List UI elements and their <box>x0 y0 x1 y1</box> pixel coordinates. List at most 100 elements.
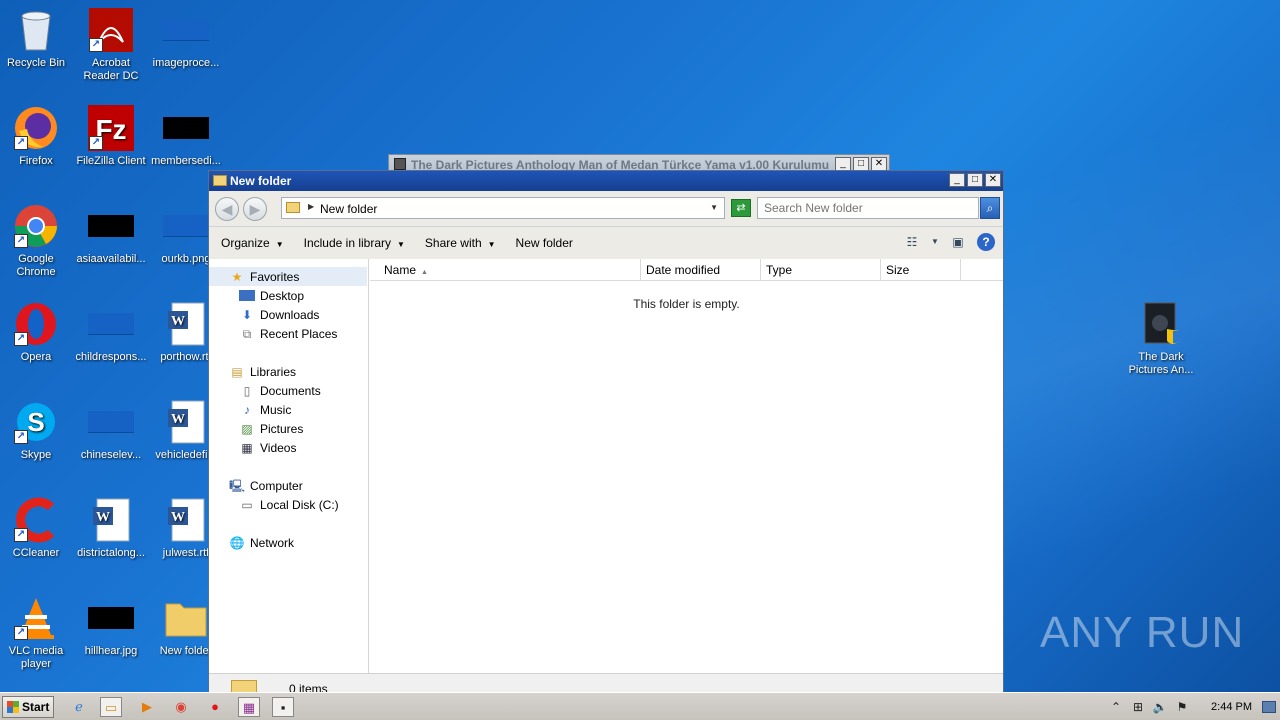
desktop-icon-ccleaner[interactable]: ↗ CCleaner <box>0 496 74 560</box>
view-options-icon[interactable]: ☷ <box>903 233 921 251</box>
column-type[interactable]: Type <box>761 259 881 281</box>
desktop-icon-membersedi[interactable]: membersedi... <box>148 104 224 168</box>
taskbar-installer-icon[interactable]: ▪ <box>272 697 294 717</box>
explorer-window[interactable]: New folder _ □ ✕ ◀ ▶ ▶ New folder ▼ ⇄ ⌕ … <box>208 170 1004 696</box>
file-list-pane[interactable]: Name ▲ Date modified Type Size This folde… <box>370 259 1003 673</box>
desktop-icon-label: Opera <box>20 351 52 363</box>
vlc-icon: ↗ <box>12 594 60 642</box>
nav-music[interactable]: ♪ Music <box>239 400 291 419</box>
new-folder-button[interactable]: New folder <box>510 233 579 253</box>
search-input[interactable] <box>758 198 958 218</box>
organize-menu[interactable]: Organize ▼ <box>215 233 290 253</box>
breadcrumb-arrow-icon[interactable]: ▶ <box>308 202 314 211</box>
desktop-icon-label: CCleaner <box>12 547 60 559</box>
minimize-button[interactable]: _ <box>835 157 851 171</box>
column-name[interactable]: Name ▲ <box>370 259 641 281</box>
desktop-icon-districtalong[interactable]: W districtalong... <box>73 496 149 560</box>
skype-icon: S ↗ <box>12 398 60 446</box>
desktop-icon-opera[interactable]: ↗ Opera <box>0 300 74 364</box>
explorer-body: ★ Favorites Desktop ⬇ Downloads ⧉ Recent… <box>209 259 1003 673</box>
system-tray: ⌃ ⊞ 🔈 ⚑ 2:44 PM <box>1105 693 1280 720</box>
taskbar-explorer-icon[interactable]: ▭ <box>100 697 122 717</box>
tray-expand-icon[interactable]: ⌃ <box>1105 700 1127 714</box>
close-button[interactable]: ✕ <box>985 173 1001 187</box>
desktop-icon-label: FileZilla Client <box>76 155 146 167</box>
desktop-icon-vlc[interactable]: ↗ VLC media player <box>0 594 74 671</box>
column-date-modified[interactable]: Date modified <box>641 259 761 281</box>
minimize-button[interactable]: _ <box>949 173 965 187</box>
action-center-flag-icon[interactable]: ⚑ <box>1171 700 1193 714</box>
word-doc-icon: W <box>87 496 135 544</box>
svg-text:W: W <box>96 510 110 525</box>
desktop-icon-childrespons[interactable]: childrespons... <box>73 300 149 364</box>
svg-text:W: W <box>171 314 185 329</box>
desktop-icon-label: Google Chrome <box>16 253 56 278</box>
address-bar[interactable]: ▶ New folder ▼ <box>281 197 725 219</box>
search-box[interactable] <box>757 197 979 219</box>
column-size[interactable]: Size <box>881 259 961 281</box>
network-status-icon[interactable]: ⊞ <box>1127 700 1149 714</box>
chevron-down-icon: ▼ <box>275 240 284 249</box>
nav-videos[interactable]: ▦ Videos <box>239 438 296 457</box>
chevron-down-icon[interactable]: ▼ <box>931 233 939 251</box>
nav-local-disk[interactable]: ▭ Local Disk (C:) <box>239 495 338 514</box>
desktop-icon-hillhear[interactable]: hillhear.jpg <box>73 594 149 658</box>
desktop-icon-imageproce[interactable]: imageproce... <box>148 6 224 70</box>
title-bar[interactable]: New folder _ □ ✕ <box>209 171 1003 191</box>
nav-label: Videos <box>260 440 297 455</box>
help-icon[interactable]: ? <box>977 233 995 251</box>
chevron-down-icon[interactable]: ▼ <box>710 203 718 212</box>
nav-recent-places[interactable]: ⧉ Recent Places <box>239 324 338 343</box>
start-button[interactable]: Start <box>2 696 54 718</box>
desktop-icon-filezilla[interactable]: Fz ↗ FileZilla Client <box>73 104 149 168</box>
show-desktop-button[interactable] <box>1262 701 1276 713</box>
taskbar-ie-icon[interactable]: ℯ <box>68 697 90 717</box>
nav-computer[interactable]: 🖳 Computer <box>229 476 303 495</box>
share-with-menu[interactable]: Share with ▼ <box>419 233 502 253</box>
maximize-button[interactable]: □ <box>967 173 983 187</box>
chrome-icon: ↗ <box>12 202 60 250</box>
refresh-button[interactable]: ⇄ <box>731 199 751 217</box>
desktop-icon-recycle-bin[interactable]: Recycle Bin <box>0 6 74 70</box>
maximize-button[interactable]: □ <box>853 157 869 171</box>
nav-downloads[interactable]: ⬇ Downloads <box>239 305 319 324</box>
taskbar-opera-icon[interactable]: ● <box>204 697 226 717</box>
volume-icon[interactable]: 🔈 <box>1149 700 1171 714</box>
search-icon[interactable]: ⌕ <box>980 197 1000 219</box>
nav-label: Computer <box>250 478 303 493</box>
word-doc-icon: W <box>162 496 210 544</box>
desktop-icon-skype[interactable]: S ↗ Skype <box>0 398 74 462</box>
star-icon: ★ <box>231 269 243 284</box>
desktop-icon <box>239 290 255 301</box>
back-button[interactable]: ◀ <box>215 197 239 221</box>
desktop-icon-chineselev[interactable]: chineselev... <box>73 398 149 462</box>
nav-pictures[interactable]: ▨ Pictures <box>239 419 303 438</box>
desktop-icon-firefox[interactable]: ↗ Firefox <box>0 104 74 168</box>
nav-network[interactable]: 🌐 Network <box>229 533 295 552</box>
file-icon <box>162 6 210 54</box>
close-button[interactable]: ✕ <box>871 157 887 171</box>
windows-logo-icon <box>7 701 19 713</box>
forward-button[interactable]: ▶ <box>243 197 267 221</box>
desktop-icon-chrome[interactable]: ↗ Google Chrome <box>0 202 74 279</box>
clock[interactable]: 2:44 PM <box>1211 701 1252 713</box>
nav-label: Desktop <box>260 288 305 303</box>
nav-desktop[interactable]: Desktop <box>239 286 304 305</box>
desktop-icon-asiaavailability[interactable]: asiaavailabil... <box>73 202 149 266</box>
nav-libraries[interactable]: ▤ Libraries <box>229 362 296 381</box>
desktop-icon-dark-pictures-installer[interactable]: The Dark Pictures An... <box>1123 300 1199 377</box>
nav-favorites[interactable]: ★ Favorites <box>209 267 367 286</box>
include-in-library-menu[interactable]: Include in library ▼ <box>298 233 411 253</box>
desktop-icon-acrobat[interactable]: ↗ Acrobat Reader DC <box>73 6 149 83</box>
taskbar-winrar-icon[interactable]: ▦ <box>238 697 260 717</box>
desktop-icon-label: Firefox <box>19 155 53 167</box>
filezilla-icon: Fz ↗ <box>87 104 135 152</box>
nav-label: Favorites <box>250 269 300 284</box>
breadcrumb-new-folder[interactable]: New folder <box>320 202 377 216</box>
shortcut-arrow-icon: ↗ <box>14 528 28 542</box>
preview-pane-icon[interactable]: ▣ <box>949 233 967 251</box>
taskbar-media-player-icon[interactable]: ▶ <box>136 697 158 717</box>
chevron-down-icon: ▼ <box>487 240 496 249</box>
nav-documents[interactable]: ▯ Documents <box>239 381 321 400</box>
taskbar-chrome-icon[interactable]: ◉ <box>170 697 192 717</box>
